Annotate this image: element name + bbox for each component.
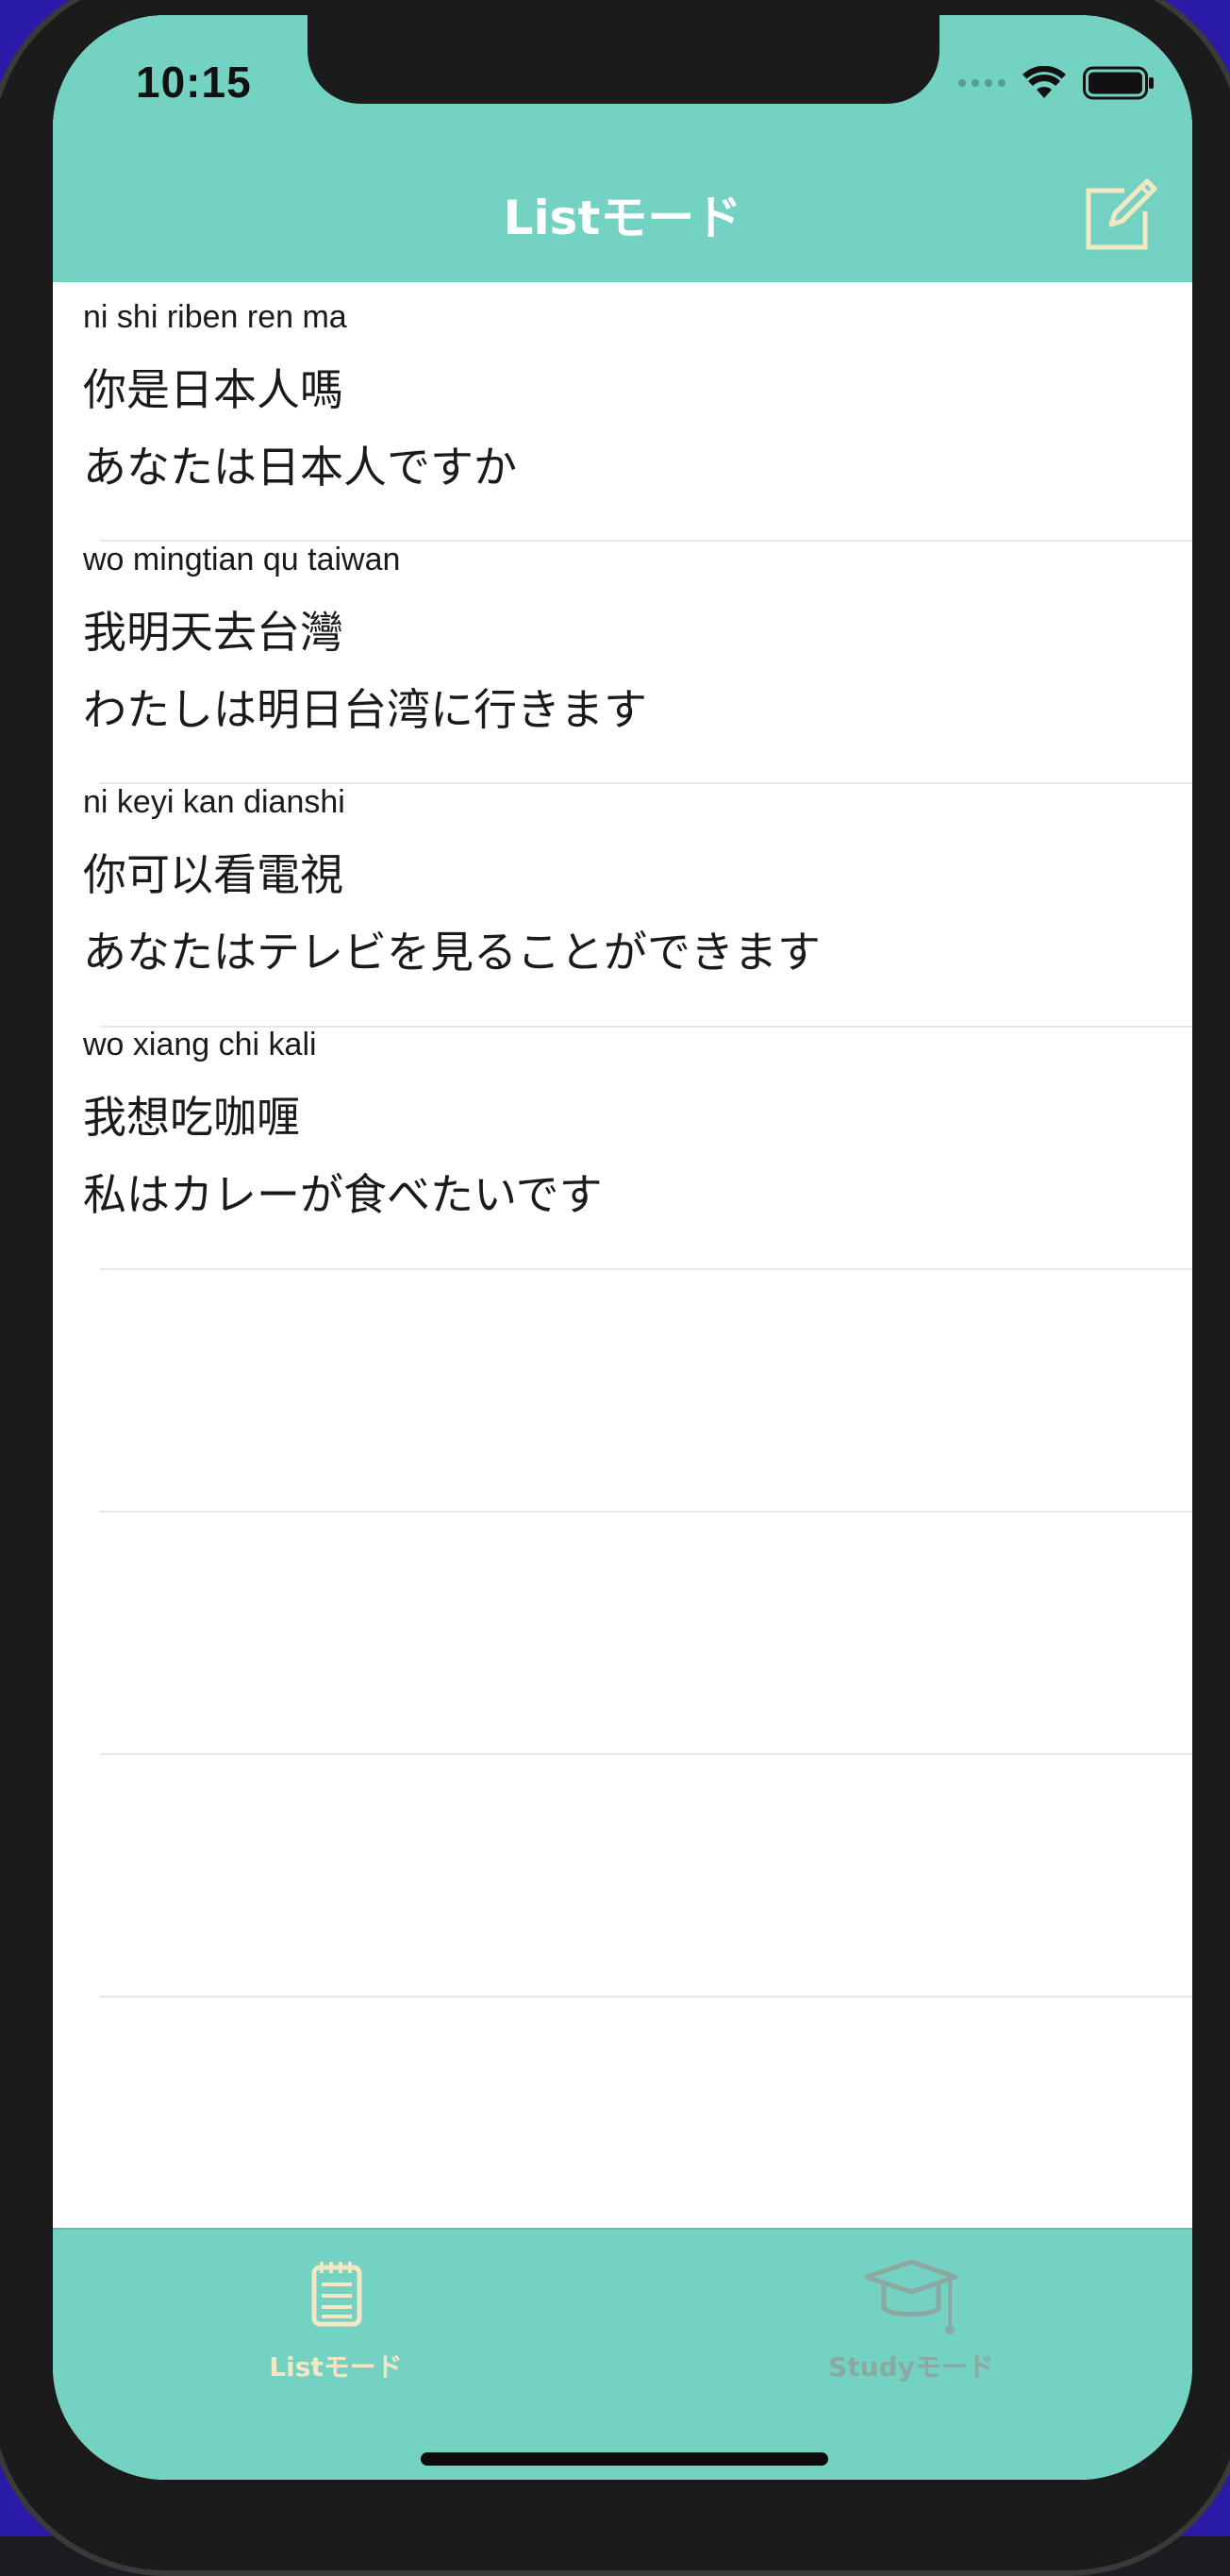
pinyin-text: ni keyi kan dianshi <box>83 784 345 820</box>
compose-icon <box>1086 178 1157 250</box>
tab-study-mode[interactable]: Studyモード <box>770 2254 1053 2386</box>
list-item[interactable]: wo mingtian qu taiwan 我明天去台灣 わたしは明日台湾に行き… <box>53 525 1192 767</box>
row-separator <box>100 1753 1192 1755</box>
wifi-icon <box>1022 66 1066 98</box>
page-title: Listモード <box>503 191 742 245</box>
tab-list-mode[interactable]: Listモード <box>194 2254 477 2386</box>
device-notch <box>308 15 939 104</box>
row-separator <box>100 1511 1192 1513</box>
pinyin-text: wo mingtian qu taiwan <box>83 542 401 577</box>
tab-bar: Listモード Studyモード <box>53 2228 1192 2480</box>
chinese-text: 我想吃咖喱 <box>83 1092 300 1143</box>
row-separator <box>100 1996 1192 1998</box>
list-item[interactable]: ni keyi kan dianshi 你可以看電視 あなたはテレビを見ることが… <box>53 767 1192 1010</box>
status-indicators <box>958 64 1155 102</box>
chinese-text: 你是日本人嗎 <box>83 364 343 415</box>
home-indicator[interactable] <box>421 2452 828 2466</box>
compose-button[interactable] <box>1083 177 1158 253</box>
japanese-text: あなたはテレビを見ることができます <box>83 927 821 978</box>
row-separator <box>100 1268 1192 1270</box>
japanese-text: あなたは日本人ですか <box>83 442 517 493</box>
battery-icon <box>1083 66 1154 100</box>
pinyin-text: ni shi riben ren ma <box>83 299 347 335</box>
japanese-text: 私はカレーが食べたいです <box>83 1169 603 1220</box>
chinese-text: 你可以看電視 <box>83 849 343 900</box>
tab-label: Listモード <box>269 2351 403 2383</box>
cellular-signal-icon <box>958 79 1006 87</box>
list-item[interactable]: ni shi riben ren ma 你是日本人嗎 あなたは日本人ですか <box>53 282 1192 525</box>
chinese-text: 我明天去台灣 <box>83 607 343 658</box>
notepad-icon <box>311 2262 362 2327</box>
japanese-text: わたしは明日台湾に行きます <box>83 684 647 735</box>
phone-screen: 10:15 Listモード ni shi riben ren ma 你是日本人嗎… <box>53 15 1192 2480</box>
phrase-list: ni shi riben ren ma 你是日本人嗎 あなたは日本人ですか wo… <box>53 282 1192 2240</box>
graduation-cap-icon <box>864 2259 958 2334</box>
tab-label: Studyモード <box>828 2351 994 2383</box>
pinyin-text: wo xiang chi kali <box>83 1027 317 1062</box>
list-item[interactable]: wo xiang chi kali 我想吃咖喱 私はカレーが食べたいです <box>53 1010 1192 1252</box>
status-time: 10:15 <box>136 58 252 107</box>
